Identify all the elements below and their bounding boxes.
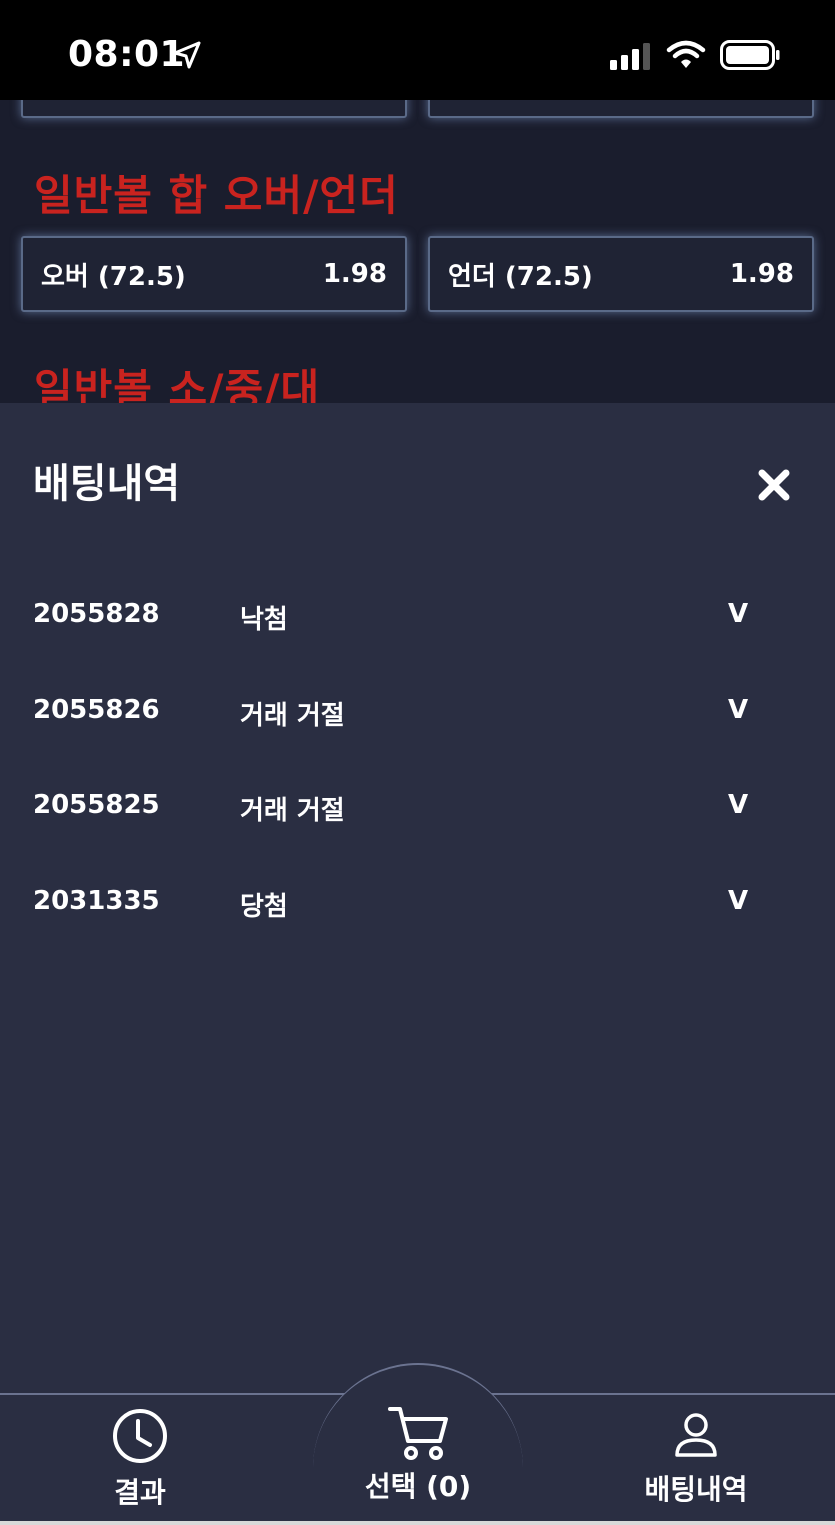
history-row[interactable]: 2055828 낙첨 V bbox=[0, 585, 835, 645]
tab-label-betting-history: 배팅내역 bbox=[644, 1473, 748, 1506]
home-indicator bbox=[0, 1521, 835, 1525]
odds-button-under[interactable]: 언더 (72.5) 1.98 bbox=[428, 236, 814, 312]
wifi-icon bbox=[666, 40, 706, 68]
cart-icon bbox=[388, 1407, 448, 1460]
battery-icon bbox=[720, 40, 780, 70]
sheet-title: 배팅내역 bbox=[33, 461, 181, 507]
odds-value: 1.98 bbox=[322, 259, 387, 289]
odds-button-hidden-left[interactable] bbox=[21, 100, 407, 118]
tab-label-cart: 선택 (0) bbox=[364, 1470, 472, 1503]
clock-icon bbox=[113, 1409, 167, 1463]
cellular-signal-icon bbox=[610, 43, 650, 70]
odds-button-hidden-right[interactable] bbox=[428, 100, 814, 118]
expand-toggle[interactable]: V bbox=[728, 599, 748, 629]
bet-status: 낙첨 bbox=[240, 605, 288, 635]
location-arrow-icon bbox=[173, 41, 201, 69]
expand-toggle[interactable]: V bbox=[728, 886, 748, 916]
tab-results[interactable]: 결과 bbox=[88, 1407, 192, 1511]
betting-page-background: 일반볼 합 오버/언더 오버 (72.5) 1.98 언더 (72.5) 1.9… bbox=[0, 100, 835, 405]
tab-betting-history[interactable]: 배팅내역 bbox=[634, 1412, 758, 1508]
history-row[interactable]: 2055826 거래 거절 V bbox=[0, 681, 835, 741]
bet-id: 2031335 bbox=[33, 886, 160, 916]
odds-value: 1.98 bbox=[729, 259, 794, 289]
odds-option-label: 오버 (72.5) bbox=[41, 261, 186, 292]
section-title-over-under: 일반볼 합 오버/언더 bbox=[34, 171, 399, 220]
close-icon bbox=[758, 469, 790, 501]
history-row[interactable]: 2055825 거래 거절 V bbox=[0, 776, 835, 836]
odds-button-over[interactable]: 오버 (72.5) 1.98 bbox=[21, 236, 407, 312]
odds-option-label: 언더 (72.5) bbox=[448, 261, 593, 292]
close-button[interactable] bbox=[752, 463, 796, 507]
bet-id: 2055826 bbox=[33, 695, 160, 725]
tab-label-results: 결과 bbox=[114, 1476, 166, 1509]
user-icon bbox=[675, 1413, 717, 1457]
tab-cart[interactable]: 선택 (0) bbox=[348, 1403, 488, 1505]
expand-toggle[interactable]: V bbox=[728, 695, 748, 725]
bet-id: 2055828 bbox=[33, 599, 160, 629]
expand-toggle[interactable]: V bbox=[728, 790, 748, 820]
section-title-size: 일반볼 소/중/대 bbox=[34, 365, 321, 405]
bet-status: 당첨 bbox=[240, 892, 288, 922]
betting-history-sheet: 배팅내역 2055828 낙첨 V 2055826 거래 거절 V 205582… bbox=[0, 403, 835, 1395]
bet-status: 거래 거절 bbox=[240, 796, 345, 826]
bet-status: 거래 거절 bbox=[240, 701, 345, 731]
status-bar: 08:01 bbox=[0, 0, 835, 100]
bet-id: 2055825 bbox=[33, 790, 160, 820]
status-time: 08:01 bbox=[68, 34, 186, 75]
history-row[interactable]: 2031335 당첨 V bbox=[0, 872, 835, 932]
